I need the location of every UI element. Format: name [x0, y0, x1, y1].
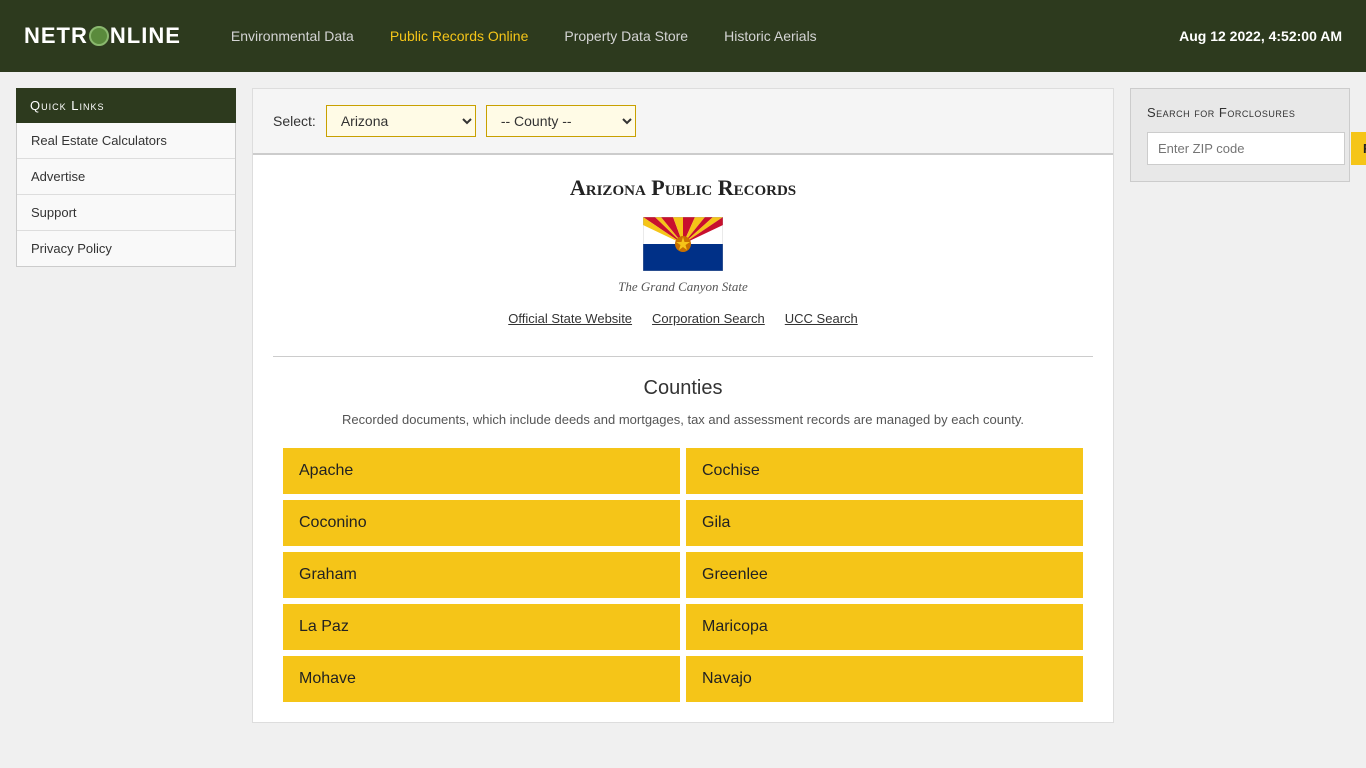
main-nav: Environmental Data Public Records Online… [213, 28, 1179, 44]
foreclosure-box: Search for Forclosures Find! [1130, 88, 1350, 182]
counties-description: Recorded documents, which include deeds … [283, 410, 1083, 430]
advertise-link[interactable]: Advertise [17, 159, 235, 194]
state-title: Arizona Public Records [283, 175, 1083, 201]
left-sidebar: Quick Links Real Estate Calculators Adve… [16, 88, 236, 723]
privacy-policy-link[interactable]: Privacy Policy [17, 231, 235, 266]
county-cochise[interactable]: Cochise [686, 448, 1083, 494]
state-nickname: The Grand Canyon State [283, 279, 1083, 295]
datetime-display: Aug 12 2022, 4:52:00 AM [1179, 28, 1342, 44]
right-sidebar: Search for Forclosures Find! [1130, 88, 1350, 723]
main-content: Select: Arizona -- County -- Arizona Pub… [252, 88, 1114, 723]
state-links: Official State Website Corporation Searc… [283, 311, 1083, 326]
county-apache[interactable]: Apache [283, 448, 680, 494]
county-gila[interactable]: Gila [686, 500, 1083, 546]
list-item: Advertise [17, 159, 235, 195]
support-link[interactable]: Support [17, 195, 235, 230]
select-label: Select: [273, 113, 316, 129]
list-item: Support [17, 195, 235, 231]
state-flag [643, 217, 723, 271]
select-bar: Select: Arizona -- County -- [253, 89, 1113, 155]
nav-public-records[interactable]: Public Records Online [372, 28, 547, 44]
state-select[interactable]: Arizona [326, 105, 476, 137]
header: NETRNLINE Environmental Data Public Reco… [0, 0, 1366, 72]
counties-grid: Apache Cochise Coconino Gila Graham Gree… [283, 448, 1083, 702]
ucc-search-link[interactable]: UCC Search [785, 311, 858, 326]
quick-links-list: Real Estate Calculators Advertise Suppor… [16, 123, 236, 267]
official-state-website-link[interactable]: Official State Website [508, 311, 632, 326]
corporation-search-link[interactable]: Corporation Search [652, 311, 765, 326]
real-estate-calculators-link[interactable]: Real Estate Calculators [17, 123, 235, 158]
nav-property-data-store[interactable]: Property Data Store [546, 28, 706, 44]
state-section: Arizona Public Records [253, 155, 1113, 356]
counties-section: Counties Recorded documents, which inclu… [253, 357, 1113, 722]
globe-icon [89, 26, 109, 46]
county-graham[interactable]: Graham [283, 552, 680, 598]
list-item: Privacy Policy [17, 231, 235, 266]
foreclosure-title: Search for Forclosures [1147, 105, 1333, 120]
list-item: Real Estate Calculators [17, 123, 235, 159]
find-button[interactable]: Find! [1351, 132, 1366, 165]
logo: NETRNLINE [24, 23, 181, 49]
quick-links-header: Quick Links [16, 88, 236, 123]
zip-code-input[interactable] [1147, 132, 1345, 165]
page-body: Quick Links Real Estate Calculators Adve… [0, 72, 1366, 723]
county-coconino[interactable]: Coconino [283, 500, 680, 546]
county-navajo[interactable]: Navajo [686, 656, 1083, 702]
nav-historic-aerials[interactable]: Historic Aerials [706, 28, 835, 44]
nav-environmental-data[interactable]: Environmental Data [213, 28, 372, 44]
county-select[interactable]: -- County -- [486, 105, 636, 137]
county-mohave[interactable]: Mohave [283, 656, 680, 702]
county-greenlee[interactable]: Greenlee [686, 552, 1083, 598]
counties-title: Counties [283, 377, 1083, 400]
county-maricopa[interactable]: Maricopa [686, 604, 1083, 650]
foreclosure-input-row: Find! [1147, 132, 1333, 165]
county-la-paz[interactable]: La Paz [283, 604, 680, 650]
